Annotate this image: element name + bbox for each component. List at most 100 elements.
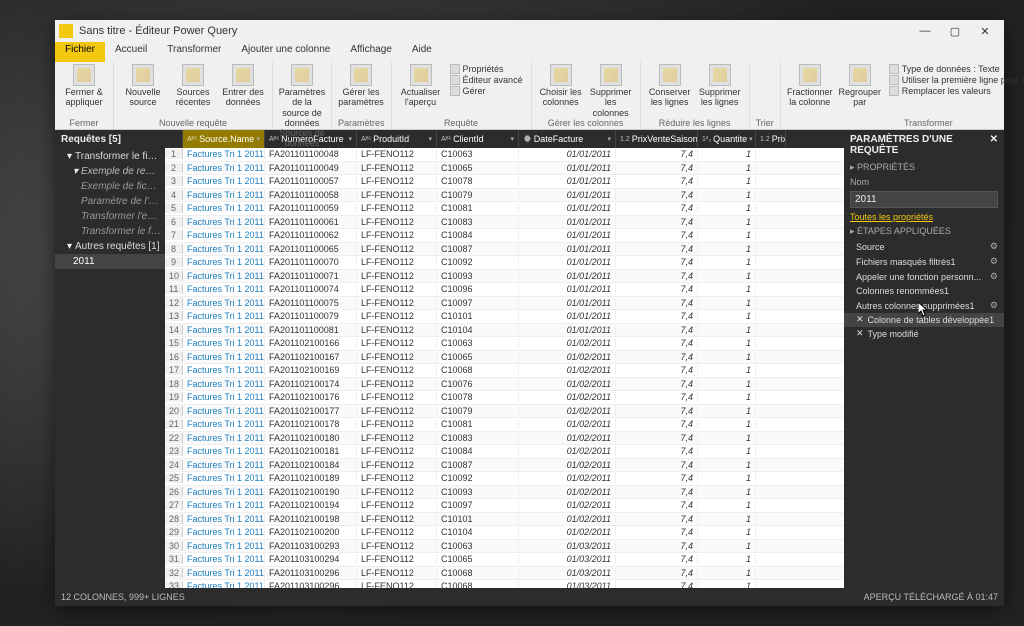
table-row[interactable]: 26Factures Tri 1 2011.csvFA201102100190L… xyxy=(165,486,844,500)
applied-step[interactable]: ✕Colonne de tables développée1 xyxy=(844,313,1004,327)
ribbon-icon xyxy=(550,64,572,86)
table-row[interactable]: 18Factures Tri 1 2011.csvFA201102100174L… xyxy=(165,378,844,392)
table-row[interactable]: 24Factures Tri 1 2011.csvFA201102100184L… xyxy=(165,459,844,473)
table-row[interactable]: 33Factures Tri 1 2011.csvFA201103100296L… xyxy=(165,580,844,588)
cell-nf: FA201103100296 xyxy=(265,581,357,588)
minimize-button[interactable]: — xyxy=(910,22,940,40)
column-header-q[interactable]: 1²₃ Quantite▾ xyxy=(698,130,756,148)
applied-step[interactable]: Fichiers masqués filtrés1⚙ xyxy=(844,254,1004,269)
applied-step[interactable]: Source⚙ xyxy=(844,239,1004,254)
cell-cid: C10078 xyxy=(437,392,519,402)
ribbon-btn[interactable]: Actualiser l'aperçu xyxy=(398,64,444,118)
table-row[interactable]: 11Factures Tri 1 2011.csvFA201101100074L… xyxy=(165,283,844,297)
table-row[interactable]: 7Factures Tri 1 2011.csvFA201101100062LF… xyxy=(165,229,844,243)
table-row[interactable]: 17Factures Tri 1 2011.csvFA201102100169L… xyxy=(165,364,844,378)
maximize-button[interactable]: ▢ xyxy=(940,22,970,40)
grid-body[interactable]: 1Factures Tri 1 2011.csvFA201101100048LF… xyxy=(165,148,844,588)
column-header-pvs[interactable]: 1.2 PrixVenteSaison▾ xyxy=(616,130,698,148)
all-properties-link[interactable]: Toutes les propriétés xyxy=(844,210,1004,224)
table-row[interactable]: 22Factures Tri 1 2011.csvFA201102100180L… xyxy=(165,432,844,446)
ribbon-btn[interactable]: Choisir les colonnes xyxy=(538,64,584,118)
table-row[interactable]: 12Factures Tri 1 2011.csvFA201101100075L… xyxy=(165,297,844,311)
file-tab[interactable]: Fichier xyxy=(55,42,105,62)
ribbon-btn[interactable]: Regrouper par xyxy=(837,64,883,118)
ribbon-small-btn[interactable]: Type de données : Texte xyxy=(887,64,1024,74)
table-row[interactable]: 21Factures Tri 1 2011.csvFA201102100178L… xyxy=(165,418,844,432)
query-item[interactable]: Transformer le fichi... xyxy=(55,224,165,239)
table-row[interactable]: 20Factures Tri 1 2011.csvFA201102100177L… xyxy=(165,405,844,419)
cell-nf: FA201101100062 xyxy=(265,230,357,240)
gear-icon[interactable]: ⚙ xyxy=(990,300,998,311)
table-row[interactable]: 25Factures Tri 1 2011.csvFA201102100189L… xyxy=(165,472,844,486)
table-row[interactable]: 16Factures Tri 1 2011.csvFA201102100167L… xyxy=(165,351,844,365)
table-row[interactable]: 13Factures Tri 1 2011.csvFA201101100079L… xyxy=(165,310,844,324)
ribbon-small-btn[interactable]: Gérer xyxy=(448,86,525,96)
ribbon-btn[interactable]: Supprimer les colonnes xyxy=(588,64,634,118)
grid-header: Aᴮᶜ Source.Name▾Aᴮᶜ NumeroFacture▾Aᴮᶜ Pr… xyxy=(165,130,844,148)
ribbon-small-btn[interactable]: Éditeur avancé xyxy=(448,75,525,85)
query-item[interactable]: ▾Autres requêtes [1] xyxy=(55,239,165,254)
column-header-df[interactable]: ⌚ DateFacture▾ xyxy=(519,130,616,148)
ribbon-btn[interactable]: Paramètres de la source de données xyxy=(279,64,325,128)
table-row[interactable]: 28Factures Tri 1 2011.csvFA201102100198L… xyxy=(165,513,844,527)
ribbon-btn[interactable]: Fermer & appliquer xyxy=(61,64,107,118)
cell-nf: FA201101100071 xyxy=(265,271,357,281)
table-row[interactable]: 15Factures Tri 1 2011.csvFA201102100166L… xyxy=(165,337,844,351)
ribbon-btn[interactable]: Supprimer les lignes xyxy=(697,64,743,118)
table-row[interactable]: 14Factures Tri 1 2011.csvFA201101100081L… xyxy=(165,324,844,338)
panel-close-icon[interactable]: ✕ xyxy=(990,134,998,156)
table-row[interactable]: 31Factures Tri 1 2011.csvFA201103100294L… xyxy=(165,553,844,567)
table-row[interactable]: 5Factures Tri 1 2011.csvFA201101100059LF… xyxy=(165,202,844,216)
column-header-cid[interactable]: Aᴮᶜ ClientId▾ xyxy=(437,130,519,148)
table-row[interactable]: 32Factures Tri 1 2011.csvFA201103100296L… xyxy=(165,567,844,581)
column-header-pid[interactable]: Aᴮᶜ ProduitId▾ xyxy=(357,130,437,148)
applied-step[interactable]: Appeler une fonction personn...⚙ xyxy=(844,269,1004,284)
menu-tab-accueil[interactable]: Accueil xyxy=(105,42,157,62)
ribbon-btn[interactable]: Entrer des données xyxy=(220,64,266,118)
query-item[interactable]: ▾Transformer le fichier... xyxy=(55,149,165,164)
gear-icon[interactable]: ⚙ xyxy=(990,241,998,252)
table-row[interactable]: 29Factures Tri 1 2011.csvFA201102100200L… xyxy=(165,526,844,540)
ribbon-icon xyxy=(799,64,821,86)
table-row[interactable]: 3Factures Tri 1 2011.csvFA201101100057LF… xyxy=(165,175,844,189)
query-item[interactable]: Paramètre de l'exe... xyxy=(55,194,165,209)
column-header-src[interactable]: Aᴮᶜ Source.Name▾ xyxy=(183,130,265,148)
table-row[interactable]: 6Factures Tri 1 2011.csvFA201101100061LF… xyxy=(165,216,844,230)
applied-step[interactable]: ✕Type modifié xyxy=(844,327,1004,341)
query-name-input[interactable] xyxy=(850,191,998,208)
gear-icon[interactable]: ⚙ xyxy=(990,271,998,282)
ribbon-small-btn[interactable]: Utiliser la première ligne pour les en-t… xyxy=(887,75,1024,85)
table-row[interactable]: 30Factures Tri 1 2011.csvFA201103100293L… xyxy=(165,540,844,554)
menu-tab-affichage[interactable]: Affichage xyxy=(340,42,402,62)
table-row[interactable]: 4Factures Tri 1 2011.csvFA201101100058LF… xyxy=(165,189,844,203)
ribbon-btn[interactable]: Fractionner la colonne xyxy=(787,64,833,118)
query-item[interactable]: 2011 xyxy=(55,254,165,269)
table-row[interactable]: 8Factures Tri 1 2011.csvFA201101100065LF… xyxy=(165,243,844,257)
gear-icon[interactable]: ⚙ xyxy=(990,256,998,267)
menu-tab-transformer[interactable]: Transformer xyxy=(157,42,231,62)
applied-step[interactable]: Colonnes renommées1 xyxy=(844,284,1004,298)
close-button[interactable]: ✕ xyxy=(970,22,1000,40)
table-row[interactable]: 27Factures Tri 1 2011.csvFA201102100194L… xyxy=(165,499,844,513)
table-row[interactable]: 2Factures Tri 1 2011.csvFA201101100049LF… xyxy=(165,162,844,176)
ribbon-small-btn[interactable]: Propriétés xyxy=(448,64,525,74)
column-header-pv[interactable]: 1.2 PrixVente▾ xyxy=(756,130,786,148)
menu-tab-ajouter-une-colonne[interactable]: Ajouter une colonne xyxy=(231,42,340,62)
table-row[interactable]: 10Factures Tri 1 2011.csvFA201101100071L… xyxy=(165,270,844,284)
table-row[interactable]: 23Factures Tri 1 2011.csvFA201102100181L… xyxy=(165,445,844,459)
menu-tab-aide[interactable]: Aide xyxy=(402,42,442,62)
query-item[interactable]: Exemple de fichier xyxy=(55,179,165,194)
table-row[interactable]: 9Factures Tri 1 2011.csvFA201101100070LF… xyxy=(165,256,844,270)
ribbon-btn[interactable]: Nouvelle source xyxy=(120,64,166,118)
step-delete-icon[interactable]: ✕ xyxy=(856,329,864,339)
query-item[interactable]: Transformer l'exemp... xyxy=(55,209,165,224)
ribbon-small-btn[interactable]: Remplacer les valeurs xyxy=(887,86,1024,96)
ribbon-btn[interactable]: Gérer les paramètres xyxy=(338,64,384,118)
applied-step[interactable]: Autres colonnes supprimées1⚙ xyxy=(844,298,1004,313)
table-row[interactable]: 19Factures Tri 1 2011.csvFA201102100176L… xyxy=(165,391,844,405)
ribbon-btn[interactable]: Sources récentes xyxy=(170,64,216,118)
ribbon-btn[interactable]: Conserver les lignes xyxy=(647,64,693,118)
query-item[interactable]: ▾Exemple de requête... xyxy=(55,164,165,179)
table-row[interactable]: 1Factures Tri 1 2011.csvFA201101100048LF… xyxy=(165,148,844,162)
step-delete-icon[interactable]: ✕ xyxy=(856,315,864,325)
